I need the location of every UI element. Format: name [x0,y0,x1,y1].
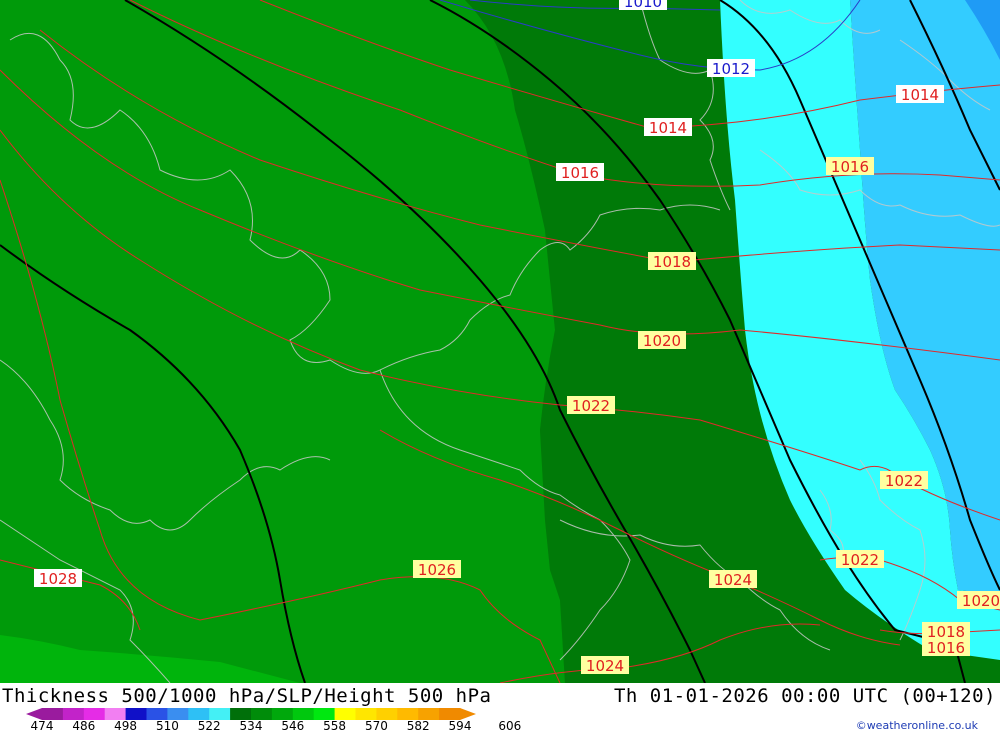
svg-text:1012: 1012 [712,60,750,78]
isobar-label: 1024 [581,656,629,675]
isobar-label: 1024 [709,570,757,589]
isobar-label: 1028 [34,569,82,588]
isobar-label: 1018 [648,252,696,271]
colorbar-tick-label: 570 [364,719,388,733]
svg-text:1022: 1022 [885,472,923,490]
svg-text:1014: 1014 [649,119,687,137]
isobar-label: 1016 [826,157,874,176]
svg-text:1016: 1016 [561,164,599,182]
isobar-label: 1016 [922,638,970,657]
isobar-label: 1022 [836,550,884,569]
isobar-label: 1014 [896,85,944,104]
isobar-label: 1014 [644,118,692,137]
colorbar-tick-label: 546 [281,719,305,733]
svg-text:1028: 1028 [39,570,77,588]
isobar-label: 1026 [413,560,461,579]
isobar-label: 1010 [619,0,667,11]
weather-map: 1010 1012 1014 1014 1016 1016 1018 1020 … [0,0,1000,683]
svg-text:1026: 1026 [418,561,456,579]
isobar-label: 1022 [880,471,928,490]
colorbar-tick-label: 534 [239,719,263,733]
colorbar-tick-label: 582 [406,719,430,733]
svg-text:1010: 1010 [624,0,662,11]
svg-text:1014: 1014 [901,86,939,104]
isobar-label: 1016 [556,163,604,182]
valid-time: Th 01-01-2026 00:00 UTC (00+120) [613,685,996,707]
svg-text:1020: 1020 [643,332,681,350]
colorbar-tick-label: 474 [30,719,54,733]
isobar-label: 1020 [957,591,1000,610]
isobar-label: 1020 [638,331,686,350]
svg-text:1016: 1016 [831,158,869,176]
colorbar-tick-label: 522 [197,719,221,733]
colorbar-tick-label: 594 [448,719,472,733]
credit-link[interactable]: ©weatheronline.co.uk [856,719,978,732]
svg-text:1018: 1018 [653,253,691,271]
svg-text:1024: 1024 [714,571,752,589]
svg-text:1022: 1022 [572,397,610,415]
colorbar-tick-label: 606 [498,719,522,733]
svg-text:1016: 1016 [927,639,965,657]
map-title: Thickness 500/1000 hPa/SLP/Height 500 hP… [2,685,492,707]
isobar-label: 1022 [567,396,615,415]
map-footer: Thickness 500/1000 hPa/SLP/Height 500 hP… [0,683,1000,733]
colorbar-tick-label: 558 [323,719,347,733]
colorbar-tick-label: 486 [72,719,96,733]
colorbar-tick-label: 498 [114,719,138,733]
isobar-label: 1012 [707,59,755,78]
colorbar-tick-label: 510 [155,719,179,733]
svg-text:1022: 1022 [841,551,879,569]
svg-text:1024: 1024 [586,657,624,675]
svg-text:1020: 1020 [962,592,1000,610]
